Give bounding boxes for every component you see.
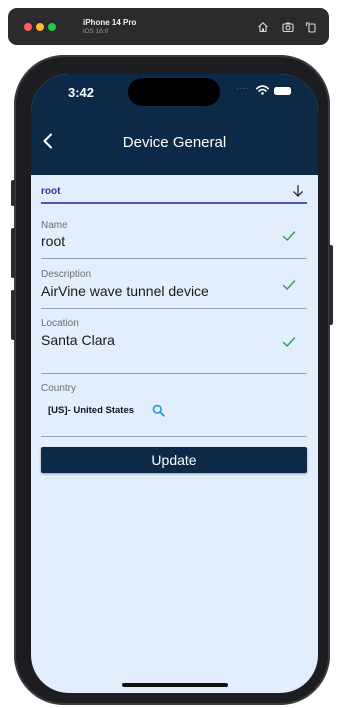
- minimize-window-button[interactable]: [36, 23, 44, 31]
- page-title: Device General: [122, 134, 227, 151]
- close-window-button[interactable]: [24, 23, 32, 31]
- check-icon: [282, 337, 296, 347]
- description-label: Description: [41, 269, 92, 280]
- volume-down-button: [11, 290, 15, 340]
- check-icon: [282, 231, 296, 241]
- app-screen: 3:42 ···· Device General root Name root …: [31, 74, 318, 693]
- wifi-icon: [256, 85, 269, 95]
- divider: [41, 373, 307, 374]
- app-header: 3:42 ···· Device General: [31, 74, 318, 175]
- screenshot-icon[interactable]: [282, 21, 294, 33]
- zoom-window-button[interactable]: [48, 23, 56, 31]
- simulator-device-name: iPhone 14 Pro: [83, 18, 137, 27]
- arrow-down-icon[interactable]: [292, 184, 304, 198]
- divider: [41, 258, 307, 259]
- name-field[interactable]: root: [41, 233, 65, 249]
- home-icon[interactable]: [257, 21, 269, 33]
- signal-dots-icon: ····: [236, 84, 249, 93]
- update-button[interactable]: Update: [41, 447, 307, 473]
- simulator-os-version: iOS 16.0: [83, 28, 109, 35]
- rotate-icon[interactable]: [305, 21, 317, 33]
- dynamic-island: [128, 78, 220, 106]
- description-field[interactable]: AirVine wave tunnel device: [41, 283, 209, 299]
- action-button: [11, 180, 15, 206]
- simulator-toolbar: iPhone 14 Pro iOS 16.0: [8, 8, 329, 45]
- search-input[interactable]: root: [41, 186, 60, 197]
- name-label: Name: [41, 220, 68, 231]
- country-field[interactable]: [US]- United States: [48, 405, 134, 416]
- home-indicator[interactable]: [122, 683, 228, 687]
- divider: [41, 436, 307, 437]
- volume-up-button: [11, 228, 15, 278]
- divider: [41, 308, 307, 309]
- battery-icon: [274, 87, 291, 95]
- power-button: [329, 245, 333, 325]
- search-icon[interactable]: [152, 404, 165, 417]
- status-time: 3:42: [68, 85, 95, 100]
- location-field[interactable]: Santa Clara: [41, 332, 115, 348]
- location-label: Location: [41, 318, 79, 329]
- check-icon: [282, 280, 296, 290]
- country-label: Country: [41, 383, 77, 394]
- search-underline: [41, 202, 307, 204]
